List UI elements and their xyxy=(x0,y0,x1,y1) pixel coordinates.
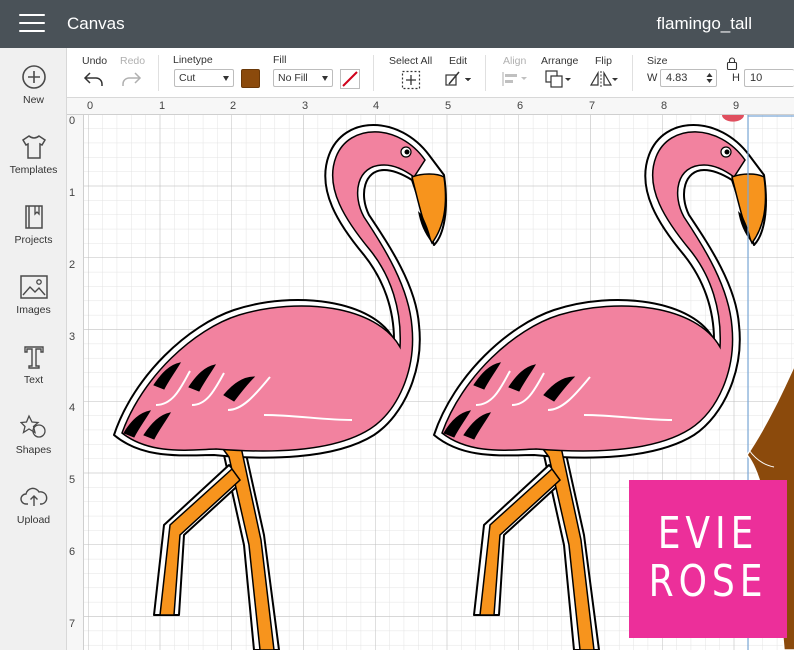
edit-label: Edit xyxy=(449,55,468,67)
undo-label: Undo xyxy=(82,55,108,67)
ruler-mark: 2 xyxy=(230,100,237,112)
plus-circle-icon xyxy=(21,65,46,89)
sidebar-item-label: Images xyxy=(16,304,51,316)
design-canvas[interactable]: 0 1 2 3 4 5 6 7 8 9 0 1 2 3 4 5 6 7 EVIE… xyxy=(67,98,794,650)
select-all-label: Select All xyxy=(389,55,433,67)
book-icon xyxy=(24,205,43,229)
top-header: Canvas flamingo_tall xyxy=(0,0,794,48)
hamburger-menu-icon[interactable] xyxy=(19,14,45,34)
ruler-left: 0 1 2 3 4 5 6 7 xyxy=(67,115,84,650)
width-value: 4.83 xyxy=(666,72,688,84)
toolbar-divider xyxy=(485,55,486,91)
toolbar-divider xyxy=(632,55,633,91)
toolbar-divider xyxy=(158,55,159,91)
app-title: Canvas xyxy=(67,14,125,33)
undo-icon[interactable] xyxy=(83,70,105,88)
linetype-label: Linetype xyxy=(173,54,213,66)
text-t-icon xyxy=(23,346,44,369)
ruler-mark: 9 xyxy=(733,100,740,112)
fill-label: Fill xyxy=(273,54,287,66)
height-label: H xyxy=(732,72,740,84)
ruler-mark: 1 xyxy=(69,187,76,199)
linetype-select[interactable]: Cut xyxy=(174,69,234,87)
left-sidebar: New Templates Projects Images Text Shape… xyxy=(0,48,67,650)
ruler-mark: 7 xyxy=(589,100,596,112)
ruler-top: 0 1 2 3 4 5 6 7 8 9 xyxy=(67,98,794,115)
ruler-mark: 0 xyxy=(87,100,94,112)
sidebar-item-label: Upload xyxy=(16,514,51,526)
stepper-icon[interactable] xyxy=(706,72,713,84)
ruler-mark: 5 xyxy=(445,100,452,112)
upload-cloud-icon xyxy=(19,487,47,506)
tshirt-icon xyxy=(21,135,46,159)
width-label: W xyxy=(647,72,658,84)
size-label: Size xyxy=(647,55,668,67)
sidebar-item-label: New xyxy=(22,94,44,106)
redo-icon[interactable] xyxy=(120,70,142,88)
ruler-mark: 2 xyxy=(69,259,76,271)
ruler-mark: 4 xyxy=(373,100,380,112)
arrange-icon[interactable] xyxy=(545,70,573,88)
ruler-mark: 8 xyxy=(661,100,668,112)
watermark-line-1: EVIE xyxy=(657,508,759,559)
sidebar-item-templates[interactable]: Templates xyxy=(0,134,67,198)
width-field[interactable]: 4.83 xyxy=(660,69,717,87)
watermark-logo: EVIE ROSE xyxy=(629,480,787,638)
canvas-grid[interactable]: EVIE ROSE xyxy=(84,115,794,650)
ruler-mark: 7 xyxy=(69,618,76,630)
flip-label: Flip xyxy=(595,55,612,67)
ruler-mark: 6 xyxy=(69,546,76,558)
ruler-mark: 3 xyxy=(302,100,309,112)
sidebar-item-label: Projects xyxy=(14,234,53,246)
select-all-icon[interactable] xyxy=(401,70,421,90)
height-field[interactable]: 10 xyxy=(744,69,794,87)
toolbar-divider xyxy=(373,55,374,91)
align-icon[interactable] xyxy=(501,71,529,87)
linetype-value: Cut xyxy=(179,72,196,84)
flip-icon[interactable] xyxy=(589,70,619,88)
sidebar-item-shapes[interactable]: Shapes xyxy=(0,414,67,478)
sidebar-item-images[interactable]: Images xyxy=(0,274,67,338)
ruler-mark: 0 xyxy=(69,115,76,127)
edit-scissors-icon[interactable] xyxy=(445,70,473,88)
fill-select[interactable]: No Fill xyxy=(273,69,333,87)
height-value: 10 xyxy=(750,72,763,84)
document-title[interactable]: flamingo_tall xyxy=(657,14,752,34)
arrange-label: Arrange xyxy=(541,55,579,67)
watermark-line-2: ROSE xyxy=(648,556,768,607)
redo-label: Redo xyxy=(120,55,146,67)
edit-toolbar: Undo Redo Linetype Cut Fill No Fill Sele… xyxy=(67,48,794,98)
ruler-mark: 5 xyxy=(69,474,76,486)
fill-value: No Fill xyxy=(278,72,308,84)
chevron-down-icon xyxy=(322,76,328,81)
align-label: Align xyxy=(503,55,527,67)
linetype-color-swatch[interactable] xyxy=(241,69,260,88)
sidebar-item-label: Shapes xyxy=(15,444,52,456)
ruler-mark: 3 xyxy=(69,331,76,343)
sidebar-item-new[interactable]: New xyxy=(0,64,67,128)
chevron-down-icon xyxy=(223,76,229,81)
ruler-mark: 4 xyxy=(69,402,76,414)
shapes-icon xyxy=(19,414,46,438)
ruler-mark: 6 xyxy=(517,100,524,112)
lock-icon[interactable] xyxy=(726,57,738,70)
image-icon xyxy=(19,275,48,299)
sidebar-item-upload[interactable]: Upload xyxy=(0,484,67,548)
ruler-mark: 1 xyxy=(159,100,166,112)
sidebar-item-text[interactable]: Text xyxy=(0,344,67,408)
sidebar-item-label: Text xyxy=(23,374,44,386)
sidebar-item-projects[interactable]: Projects xyxy=(0,204,67,268)
no-fill-swatch-icon[interactable] xyxy=(340,69,360,89)
sidebar-item-label: Templates xyxy=(9,164,58,176)
